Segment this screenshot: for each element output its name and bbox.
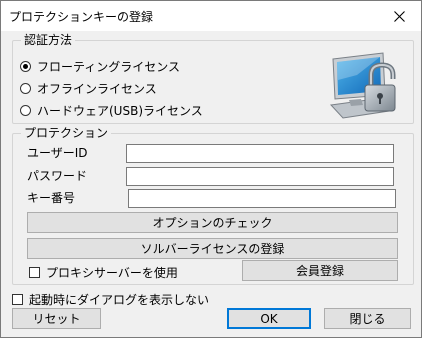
radio-floating-dot[interactable] xyxy=(20,61,31,72)
radio-offline-dot[interactable] xyxy=(20,83,31,94)
auth-method-legend: 認証方法 xyxy=(24,33,73,47)
register-solver-license-button[interactable]: ソルバーライセンスの登録 xyxy=(27,238,398,259)
key-number-label: キー番号 xyxy=(27,191,76,205)
radio-usb-label: ハードウェア(USB)ライセンス xyxy=(37,104,203,118)
user-id-field[interactable] xyxy=(126,144,394,163)
radio-offline-label: オフラインライセンス xyxy=(37,82,157,96)
radio-offline-license[interactable]: オフラインライセンス xyxy=(20,80,157,97)
radio-usb-dot[interactable] xyxy=(20,105,31,116)
proxy-checkbox-label: プロキシサーバーを使用 xyxy=(46,266,178,280)
startup-checkbox-label: 起動時にダイアログを表示しない xyxy=(29,293,210,307)
proxy-checkbox-box[interactable] xyxy=(29,267,40,278)
close-icon xyxy=(393,10,405,22)
close-button[interactable] xyxy=(377,1,421,31)
radio-floating-label: フローティングライセンス xyxy=(37,60,181,74)
proxy-checkbox[interactable]: プロキシサーバーを使用 xyxy=(29,264,178,281)
protection-legend: プロテクション xyxy=(24,126,109,140)
radio-floating-license[interactable]: フローティングライセンス xyxy=(20,58,180,75)
title-bar: プロテクションキーの登録 xyxy=(1,1,421,31)
key-number-field[interactable] xyxy=(128,189,396,208)
close-dialog-button[interactable]: 閉じる xyxy=(324,308,411,329)
ok-button[interactable]: OK xyxy=(227,308,311,329)
check-options-button[interactable]: オプションのチェック xyxy=(27,212,398,233)
startup-checkbox-box[interactable] xyxy=(12,294,23,305)
dialog-window: プロテクションキーの登録 認証方法 フローティングライセンス オフラインライセン… xyxy=(0,0,422,338)
password-field[interactable] xyxy=(126,167,394,186)
startup-checkbox[interactable]: 起動時にダイアログを表示しない xyxy=(12,291,209,308)
reset-button[interactable]: リセット xyxy=(12,308,101,329)
window-title: プロテクションキーの登録 xyxy=(9,10,154,24)
user-id-label: ユーザーID xyxy=(27,146,88,160)
computer-lock-icon xyxy=(329,52,396,119)
radio-usb-license[interactable]: ハードウェア(USB)ライセンス xyxy=(20,102,203,119)
password-label: パスワード xyxy=(27,169,88,183)
member-register-button[interactable]: 会員登録 xyxy=(242,260,398,281)
